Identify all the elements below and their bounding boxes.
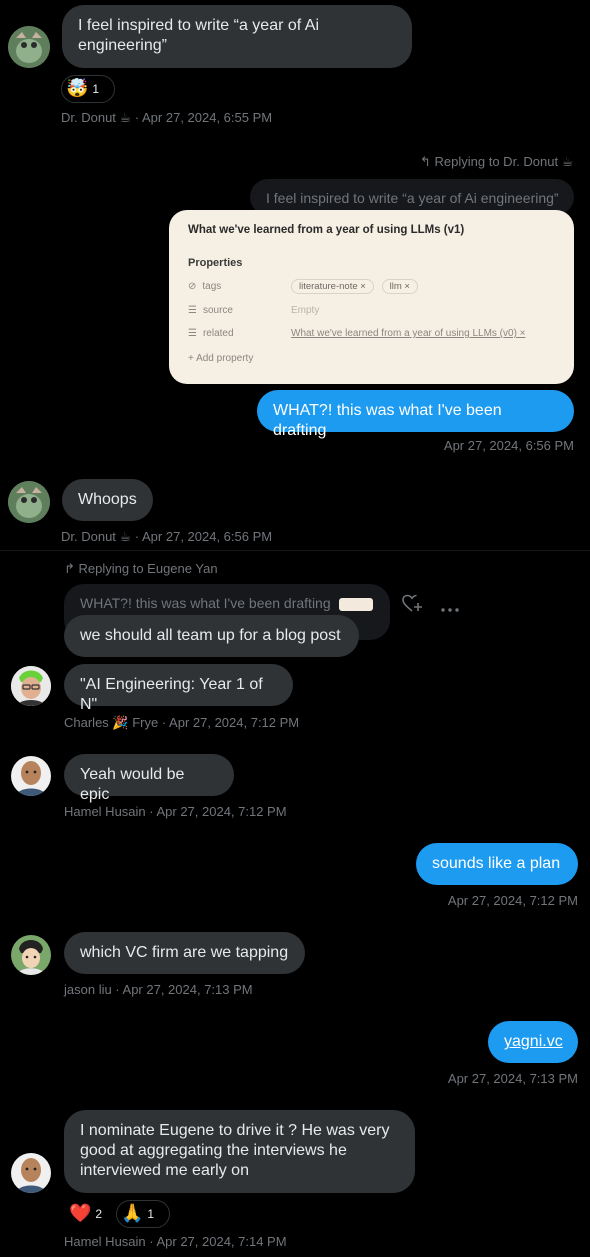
divider: [0, 550, 590, 551]
property-key: tags: [202, 281, 222, 292]
message-meta: Apr 27, 2024, 7:13 PM: [447, 1071, 578, 1086]
property-key: related: [202, 328, 234, 339]
message-text: "AI Engineering: Year 1 of N": [80, 676, 263, 713]
tag-icon: ⊘: [188, 281, 197, 292]
image-card[interactable]: What we've learned from a year of using …: [169, 210, 574, 384]
message-bubble[interactable]: I feel inspired to write “a year of Ai e…: [62, 5, 412, 68]
reply-arrow-icon: ↰: [420, 154, 431, 169]
quoted-text: I feel inspired to write “a year of Ai e…: [266, 190, 559, 206]
message-text: I nominate Eugene to drive it ? He was v…: [80, 1122, 390, 1179]
message-meta: Hamel Husain · Apr 27, 2024, 7:12 PM: [64, 804, 287, 819]
avatar-charles-frye[interactable]: [11, 666, 51, 706]
reaction-chip[interactable]: ❤️ 2: [64, 1200, 112, 1228]
folded-hands-emoji: 🙏: [121, 1203, 144, 1224]
message-meta: Hamel Husain · Apr 27, 2024, 7:14 PM: [64, 1234, 287, 1249]
avatar-jason-liu[interactable]: [11, 935, 51, 975]
message-text: I feel inspired to write “a year of Ai e…: [78, 17, 319, 54]
tag-chip: llm ×: [381, 279, 418, 294]
message-meta: Charles 🎉 Frye · Apr 27, 2024, 7:12 PM: [64, 715, 300, 730]
message-meta: jason liu · Apr 27, 2024, 7:13 PM: [64, 982, 253, 997]
reply-label-text: Replying to Eugene Yan: [78, 561, 218, 576]
property-value-source: Empty: [291, 305, 320, 316]
message-bubble[interactable]: sounds like a plan: [416, 843, 578, 885]
reaction-count: 1: [92, 82, 100, 96]
reply-label-text: Replying to Dr. Donut ☕: [434, 154, 574, 169]
reply-label: ↱ Replying to Eugene Yan: [64, 561, 218, 577]
message-bubble[interactable]: Whoops: [62, 479, 153, 521]
avatar-hamel-husain[interactable]: [11, 1153, 51, 1193]
message-text: WHAT?! this was what I've been drafting: [273, 402, 502, 439]
reply-label: ↰ Replying to Dr. Donut ☕: [420, 154, 573, 170]
avatar-dr-donut[interactable]: [8, 26, 50, 68]
message-meta: Dr. Donut ☕ · Apr 27, 2024, 6:55 PM: [61, 110, 273, 125]
reaction-count: 1: [147, 1207, 155, 1221]
reply-arrow-icon: ↱: [64, 561, 75, 576]
quoted-text: WHAT?! this was what I've been drafting: [80, 595, 331, 611]
message-bubble[interactable]: I nominate Eugene to drive it ? He was v…: [64, 1110, 415, 1193]
property-key: source: [202, 305, 233, 316]
avatar-hamel-husain[interactable]: [11, 756, 51, 796]
property-row-related: ☰ related: [188, 328, 234, 339]
message-bubble[interactable]: WHAT?! this was what I've been drafting: [257, 390, 574, 439]
message-bubble[interactable]: "AI Engineering: Year 1 of N": [64, 664, 293, 713]
react-heart-plus-icon[interactable]: [402, 594, 424, 614]
properties-label: Properties: [188, 257, 243, 269]
message-bubble[interactable]: Yeah would be epic: [64, 754, 234, 803]
message-text: sounds like a plan: [432, 855, 561, 872]
reaction-chip[interactable]: 🤯 1: [61, 75, 115, 103]
add-property: + Add property: [188, 353, 254, 364]
reaction-count: 2: [95, 1207, 103, 1221]
property-value-related: What we've learned from a year of using …: [291, 328, 526, 339]
more-options-icon[interactable]: [440, 600, 460, 612]
message-meta: Apr 27, 2024, 6:56 PM: [443, 438, 574, 453]
message-bubble[interactable]: we should all team up for a blog post: [64, 615, 359, 657]
message-bubble[interactable]: yagni.vc: [488, 1021, 578, 1063]
tag-chip: literature-note ×: [291, 279, 374, 294]
reaction-chip[interactable]: 🙏 1: [116, 1200, 170, 1228]
message-text: Yeah would be epic: [80, 766, 185, 803]
message-text: we should all team up for a blog post: [80, 627, 341, 644]
heart-emoji: ❤️: [69, 1203, 92, 1224]
message-text: Whoops: [78, 491, 137, 508]
property-row-tags: ⊘ tags: [188, 281, 221, 292]
message-text: which VC firm are we tapping: [80, 944, 289, 961]
list-icon: ☰: [188, 305, 197, 316]
list-icon: ☰: [188, 328, 197, 339]
card-title: What we've learned from a year of using …: [188, 224, 465, 236]
message-bubble[interactable]: which VC firm are we tapping: [64, 932, 305, 974]
property-value-tags: literature-note × llm ×: [291, 279, 423, 294]
message-meta: Apr 27, 2024, 7:12 PM: [447, 893, 578, 908]
property-row-source: ☰ source: [188, 305, 233, 316]
avatar-dr-donut[interactable]: [8, 481, 50, 523]
quote-thumbnail: [338, 597, 373, 611]
link-yagni-vc[interactable]: yagni.vc: [504, 1033, 563, 1050]
exploding-head-emoji: 🤯: [66, 78, 89, 99]
message-meta: Dr. Donut ☕ · Apr 27, 2024, 6:56 PM: [61, 529, 273, 544]
